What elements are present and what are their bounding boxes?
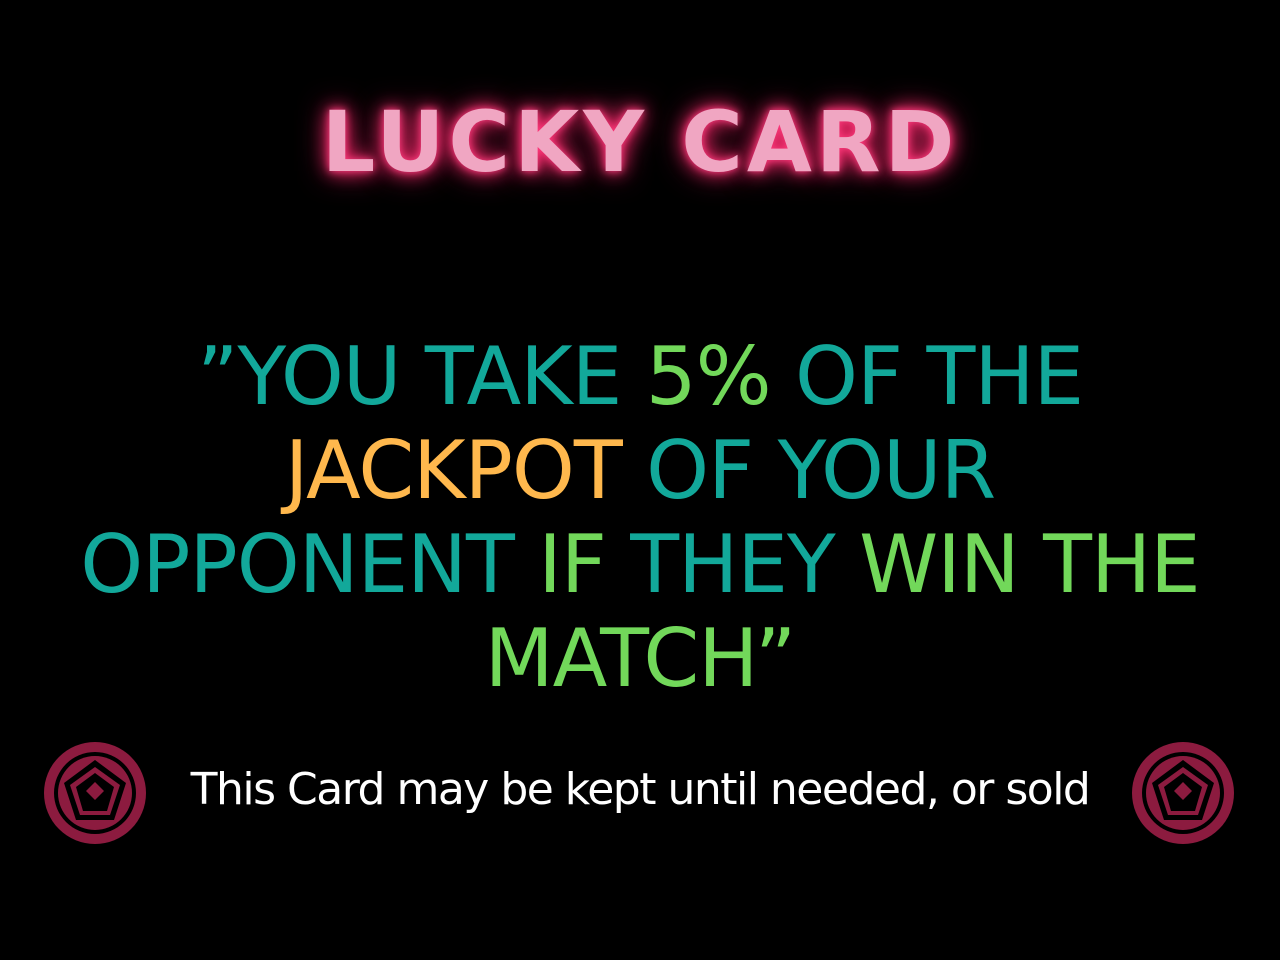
pentagon-star-emblem-icon <box>44 742 146 844</box>
quote-line-3: OPPONENT IF THEY WIN THE <box>40 518 1240 612</box>
quote-segment: ” <box>754 612 796 705</box>
quote-line-4: MATCH” <box>40 612 1240 706</box>
card-footer-text: This Card may be kept until needed, or s… <box>190 764 1091 815</box>
quote-segment: OF THE <box>770 330 1084 423</box>
quote-line-2: JACKPOT OF YOUR <box>40 424 1240 518</box>
quote-segment: WIN THE <box>859 518 1201 611</box>
quote-segment: 5% <box>645 330 772 423</box>
quote-segment: IF <box>538 518 607 611</box>
card-quote: ”YOU TAKE 5% OF THE JACKPOT OF YOUR OPPO… <box>40 330 1240 706</box>
card-title: LUCKY CARD <box>321 93 959 191</box>
quote-segment: ”YOU TAKE <box>196 330 646 423</box>
quote-segment: OPPONENT <box>80 518 539 611</box>
quote-segment: JACKPOT <box>284 424 623 517</box>
quote-segment: THEY <box>605 518 860 611</box>
quote-segment: MATCH <box>484 612 756 705</box>
quote-segment: OF YOUR <box>621 424 996 517</box>
lucky-card: LUCKY CARD ”YOU TAKE 5% OF THE JACKPOT O… <box>0 0 1280 960</box>
quote-line-1: ”YOU TAKE 5% OF THE <box>40 330 1240 424</box>
pentagon-star-emblem-icon <box>1132 742 1234 844</box>
